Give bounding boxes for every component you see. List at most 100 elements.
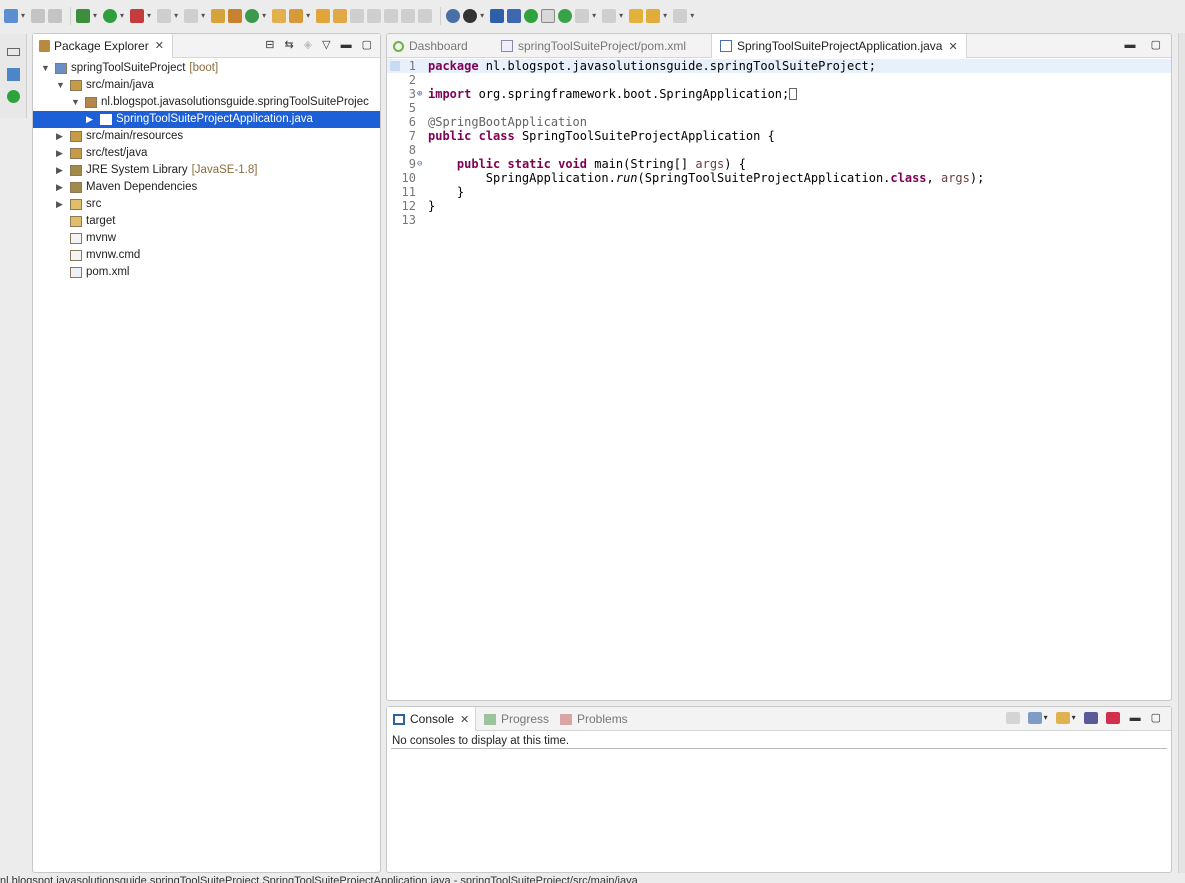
prev-annotation-dropdown-icon[interactable]: ▾ (619, 11, 623, 20)
show-whitespace-icon[interactable] (418, 8, 433, 23)
tree-item[interactable]: ▶ src (33, 196, 380, 213)
block-selection-icon[interactable] (401, 8, 416, 23)
new-java-project-icon[interactable] (211, 8, 226, 23)
tree-item[interactable]: ▶ JRE System Library [JavaSE-1.8] (33, 162, 380, 179)
display-console-icon[interactable] (1027, 711, 1042, 724)
collapse-fold-icon[interactable]: ⊖ (417, 157, 422, 171)
maximize-icon[interactable]: ▢ (1151, 711, 1161, 724)
tree-item[interactable]: ▶ Maven Dependencies (33, 179, 380, 196)
tree-item[interactable]: mvnw (33, 230, 380, 247)
last-edit-icon[interactable] (629, 8, 644, 23)
collapse-arrow-icon[interactable]: ▼ (41, 60, 50, 77)
stop-icon[interactable] (157, 8, 172, 23)
coverage-dropdown-icon[interactable]: ▾ (147, 11, 151, 20)
refresh-icon[interactable] (558, 8, 573, 23)
power-icon[interactable] (524, 8, 539, 23)
expand-fold-icon[interactable]: ⊕ (417, 87, 422, 101)
tab-console[interactable]: Console ✕ (387, 707, 477, 731)
display-console-dropdown-icon[interactable]: ▾ (1044, 713, 1048, 722)
new-class-dropdown-icon[interactable]: ▾ (262, 11, 266, 20)
maximize-icon[interactable]: ▢ (362, 38, 372, 51)
expand-arrow-icon[interactable]: ▶ (56, 128, 63, 145)
new-icon[interactable] (4, 8, 18, 23)
tab-progress[interactable]: Progress (484, 707, 549, 731)
tree-item[interactable]: ▶ src/test/java (33, 145, 380, 162)
pin-editor-icon[interactable] (350, 8, 365, 23)
close-icon[interactable]: ✕ (155, 39, 164, 52)
run-dropdown-icon[interactable]: ▾ (120, 11, 124, 20)
tab-problems[interactable]: Problems (560, 707, 628, 731)
toggle-breadcrumb-icon[interactable] (367, 8, 382, 23)
new-dropdown-icon[interactable]: ▾ (21, 11, 25, 20)
pin-console-icon[interactable] (1005, 711, 1020, 724)
save-icon[interactable] (31, 8, 46, 23)
console-icon[interactable] (490, 8, 505, 23)
close-icon[interactable]: ✕ (948, 40, 957, 53)
open-type-icon[interactable] (272, 8, 287, 23)
globe-icon[interactable] (446, 8, 461, 23)
servers-icon[interactable] (7, 68, 20, 81)
open-task-icon[interactable] (289, 8, 304, 23)
link-with-editor-icon[interactable]: ⇆ (284, 38, 293, 51)
tab-pom-xml[interactable]: springToolSuiteProject/pom.xml (501, 34, 686, 58)
view-menu-icon[interactable]: ▽ (322, 38, 330, 51)
collapse-arrow-icon[interactable]: ▼ (71, 94, 80, 111)
save-all-icon[interactable] (48, 8, 63, 23)
search-icon[interactable] (316, 8, 331, 23)
minimize-icon[interactable]: ▬ (1125, 39, 1136, 51)
pin-icon[interactable] (507, 8, 522, 23)
tree-item[interactable]: ▼ springToolSuiteProject [boot] (33, 60, 380, 77)
minimize-icon[interactable]: ▬ (1130, 712, 1141, 724)
external-tools-icon[interactable] (184, 8, 199, 23)
tab-package-explorer[interactable]: Package Explorer ✕ (33, 33, 173, 58)
expand-arrow-icon[interactable]: ▶ (56, 179, 63, 196)
copy-icon[interactable] (1083, 711, 1098, 724)
debug-dropdown-icon[interactable]: ▾ (93, 11, 97, 20)
toggle-mark-icon[interactable] (541, 8, 556, 23)
expand-arrow-icon[interactable]: ▶ (56, 162, 63, 179)
maximize-icon[interactable]: ▢ (1151, 39, 1161, 51)
word-wrap-icon[interactable] (384, 8, 399, 23)
open-console-dropdown-icon[interactable]: ▾ (1072, 713, 1076, 722)
tree-item[interactable]: ▼ src/main/java (33, 77, 380, 94)
tab-dashboard[interactable]: Dashboard (393, 34, 468, 58)
forward-icon[interactable] (673, 8, 688, 23)
next-annotation-dropdown-icon[interactable]: ▾ (592, 11, 596, 20)
new-package-icon[interactable] (228, 8, 243, 23)
collapse-arrow-icon[interactable]: ▼ (56, 77, 65, 94)
open-task-dropdown-icon[interactable]: ▾ (306, 11, 310, 20)
tree-item[interactable]: target (33, 213, 380, 230)
forward-dropdown-icon[interactable]: ▾ (690, 11, 694, 20)
open-console-icon[interactable] (1055, 711, 1070, 724)
tree-item[interactable]: pom.xml (33, 264, 380, 281)
spring-icon[interactable] (333, 8, 348, 23)
restore-icon[interactable] (7, 48, 20, 56)
next-annotation-icon[interactable] (575, 8, 590, 23)
run-icon[interactable] (103, 8, 118, 23)
boot-dashboard-icon[interactable] (463, 8, 478, 23)
tab-application-java[interactable]: SpringToolSuiteProjectApplication.java ✕ (711, 34, 967, 58)
external-tools-dropdown-icon[interactable]: ▾ (201, 11, 205, 20)
debug-icon[interactable] (76, 8, 91, 23)
focus-icon[interactable]: ◈ (304, 38, 312, 51)
tree-item[interactable]: ▶ src/main/resources (33, 128, 380, 145)
stop-console-icon[interactable] (1105, 711, 1120, 724)
expand-arrow-icon[interactable]: ▶ (56, 196, 63, 213)
back-icon[interactable] (646, 8, 661, 23)
expand-arrow-icon[interactable]: ▶ (56, 145, 63, 162)
prev-annotation-icon[interactable] (602, 8, 617, 23)
minimize-icon[interactable]: ▬ (341, 39, 352, 51)
stop-dropdown-icon[interactable]: ▾ (174, 11, 178, 20)
expand-arrow-icon[interactable]: ▶ (86, 111, 93, 128)
collapse-all-icon[interactable]: ⊟ (265, 38, 274, 51)
code-area[interactable]: 1 package nl.blogspot.javasolutionsguide.… (387, 59, 1171, 227)
close-icon[interactable]: ✕ (460, 713, 469, 726)
boot-dashboard-icon[interactable] (7, 90, 20, 103)
tree-item[interactable]: mvnw.cmd (33, 247, 380, 264)
tree-item[interactable]: ▶ SpringToolSuiteProjectApplication.java (33, 111, 380, 128)
boot-dashboard-dropdown-icon[interactable]: ▾ (480, 11, 484, 20)
run-coverage-icon[interactable] (130, 8, 145, 23)
new-class-icon[interactable] (245, 8, 260, 23)
back-dropdown-icon[interactable]: ▾ (663, 11, 667, 20)
tree-item[interactable]: ▼ nl.blogspot.javasolutionsguide.springTo… (33, 94, 380, 111)
